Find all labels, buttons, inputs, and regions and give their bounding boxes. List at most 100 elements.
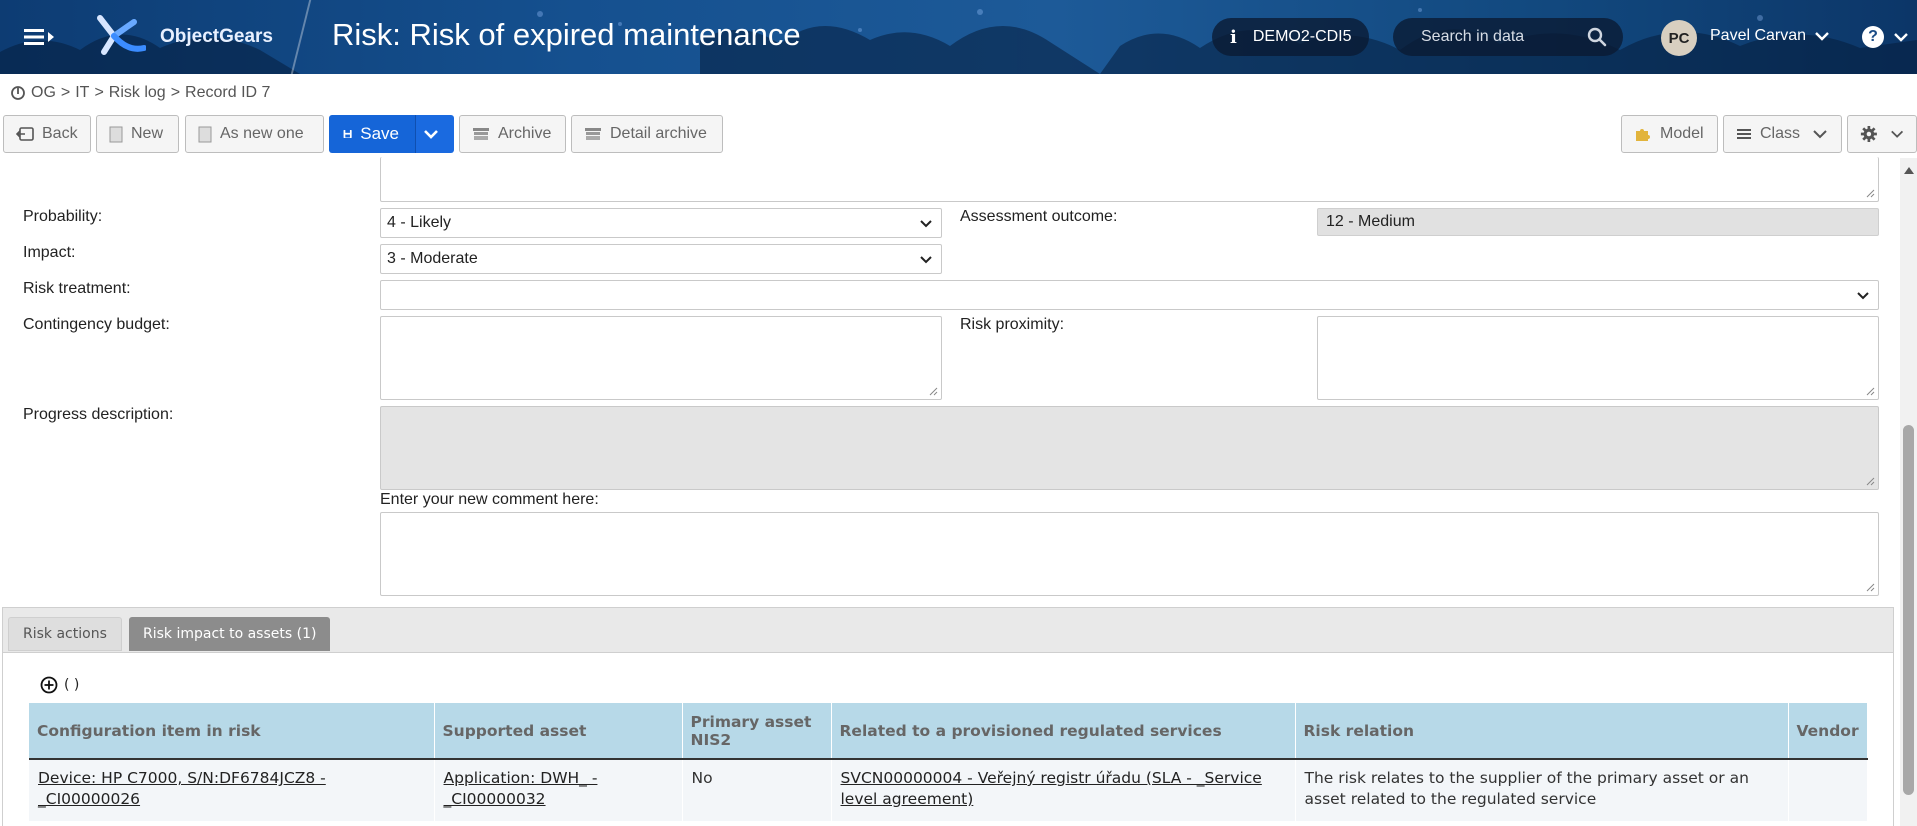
page-title: Risk: Risk of expired maintenance [332,17,801,52]
probability-select[interactable]: 4 - Likely [380,208,942,238]
environment-badge[interactable]: i DEMO2-CDI5 [1212,18,1369,56]
contingency-budget-textarea[interactable] [380,316,942,400]
cell-risk-relation: The risk relates to the supplier of the … [1295,759,1789,821]
back-button[interactable]: Back [3,115,91,153]
assessment-outcome-value: 12 - Medium [1317,208,1879,236]
resize-handle-icon [1866,477,1875,486]
risk-treatment-select[interactable] [380,280,1879,310]
detail-archive-icon [585,128,601,140]
tab-risk-actions[interactable]: Risk actions [8,617,122,651]
as-new-one-label: As new one [220,125,304,142]
breadcrumb-separator: > [60,84,71,101]
brand-name[interactable]: ObjectGears [160,26,273,48]
chevron-down-icon [920,256,932,264]
chevron-down-icon [920,220,932,228]
class-label: Class [1760,125,1801,142]
risk-treatment-label: Risk treatment: [23,280,131,297]
resize-handle-icon[interactable] [1865,386,1875,396]
search-icon[interactable] [1587,27,1607,47]
comment-textarea[interactable] [380,512,1879,596]
detail-archive-label: Detail archive [610,125,707,142]
chevron-down-icon [1857,292,1869,300]
risk-impact-table: Configuration item in risk Supported ass… [29,703,1868,821]
column-header-regulated-services[interactable]: Related to a provisioned regulated servi… [831,703,1296,760]
copy-document-icon [198,126,212,142]
save-label: Save [360,124,399,143]
impact-select[interactable]: 3 - Moderate [380,244,942,274]
model-label: Model [1660,125,1704,142]
scrollbar-thumb[interactable] [1903,425,1914,795]
chevron-down-icon[interactable] [1893,29,1909,45]
archive-label: Archive [498,125,552,142]
list-icon [1737,129,1751,139]
service-link[interactable]: SVCN00000004 - Veřejný registr úřadu (SL… [841,769,1262,808]
avatar[interactable]: PC [1661,20,1697,56]
back-icon [16,127,34,141]
probability-label: Probability: [23,208,103,225]
user-name[interactable]: Pavel Carvan [1710,27,1806,45]
save-options-dropdown[interactable] [416,115,454,153]
assessment-outcome-label: Assessment outcome: [960,208,1118,225]
home-icon[interactable] [10,85,26,101]
puzzle-icon [1636,129,1650,141]
impact-value: 3 - Moderate [387,250,478,267]
cell-supported-asset: Application: DWH_ - _CI00000032 [434,759,683,821]
help-icon[interactable]: ? [1862,26,1884,48]
column-header-primary-asset[interactable]: Primary asset NIS2 [682,703,832,760]
new-label: New [131,125,164,142]
model-button[interactable]: Model [1621,115,1718,153]
scroll-up-arrow-icon[interactable] [1903,164,1915,176]
save-button-group[interactable]: Save [329,115,454,153]
progress-description-label: Progress description: [23,406,174,423]
chevron-down-icon [1890,130,1903,138]
tab-risk-impact-to-assets[interactable]: Risk impact to assets (1) [129,617,331,651]
cell-ci: Device: HP C7000, S/N:DF6784JCZ8 - _CI00… [29,759,435,821]
breadcrumb-item-og[interactable]: OG [31,84,56,102]
breadcrumb-item-risk-log[interactable]: Risk log [109,84,166,102]
breadcrumb-item-record: Record ID 7 [185,84,271,101]
cell-regulated-service: SVCN00000004 - Veřejný registr úřadu (SL… [831,759,1296,821]
ci-link[interactable]: Device: HP C7000, S/N:DF6784JCZ8 - _CI00… [38,769,326,808]
description-textarea[interactable] [380,157,1879,202]
column-header-supported-asset[interactable]: Supported asset [434,703,683,760]
risk-proximity-textarea[interactable] [1317,316,1879,400]
search-input[interactable]: Search in data [1393,18,1623,56]
progress-description-textarea [380,406,1879,490]
class-button[interactable]: Class [1723,115,1842,153]
column-header-vendor[interactable]: Vendor [1788,703,1868,760]
contingency-budget-label: Contingency budget: [23,316,170,333]
resize-handle-icon[interactable] [928,386,938,396]
asset-link[interactable]: Application: DWH_ - _CI00000032 [444,769,598,808]
chevron-down-icon[interactable] [1814,28,1830,44]
environment-label: DEMO2-CDI5 [1252,28,1352,45]
column-header-ci[interactable]: Configuration item in risk [29,703,435,760]
table-row[interactable]: Device: HP C7000, S/N:DF6784JCZ8 - _CI00… [29,759,1868,821]
risk-proximity-label: Risk proximity: [960,316,1065,333]
resize-handle-icon[interactable] [1865,582,1875,592]
new-button[interactable]: New [96,115,179,153]
settings-button[interactable] [1847,115,1917,153]
as-new-one-button[interactable]: As new one [185,115,324,153]
probability-value: 4 - Likely [387,214,452,231]
column-header-risk-relation[interactable]: Risk relation [1295,703,1789,760]
save-button[interactable]: Save [329,115,416,153]
breadcrumb-item-it[interactable]: IT [75,84,89,102]
main-menu-icon[interactable] [22,24,56,50]
search-placeholder: Search in data [1421,28,1525,45]
cell-vendor [1788,759,1868,821]
info-icon: i [1230,26,1237,48]
grid-toolbar-text: ( ) [64,677,80,693]
crowd-background-image [0,8,1917,74]
detail-archive-button[interactable]: Detail archive [571,115,723,153]
add-record-icon[interactable] [40,676,58,694]
cell-primary-asset: No [682,759,832,821]
chevron-down-icon [424,130,438,139]
tab-strip: Risk actions Risk impact to assets (1) [3,608,1893,653]
resize-handle-icon[interactable] [1865,188,1875,198]
floppy-disk-icon [343,129,352,139]
objectgears-logo-icon[interactable] [86,12,146,66]
breadcrumb-separator: > [170,84,181,101]
grid-toolbar: ( ) [40,676,79,694]
archive-button[interactable]: Archive [459,115,566,153]
top-banner: ObjectGears Risk: Risk of expired mainte… [0,0,1917,74]
